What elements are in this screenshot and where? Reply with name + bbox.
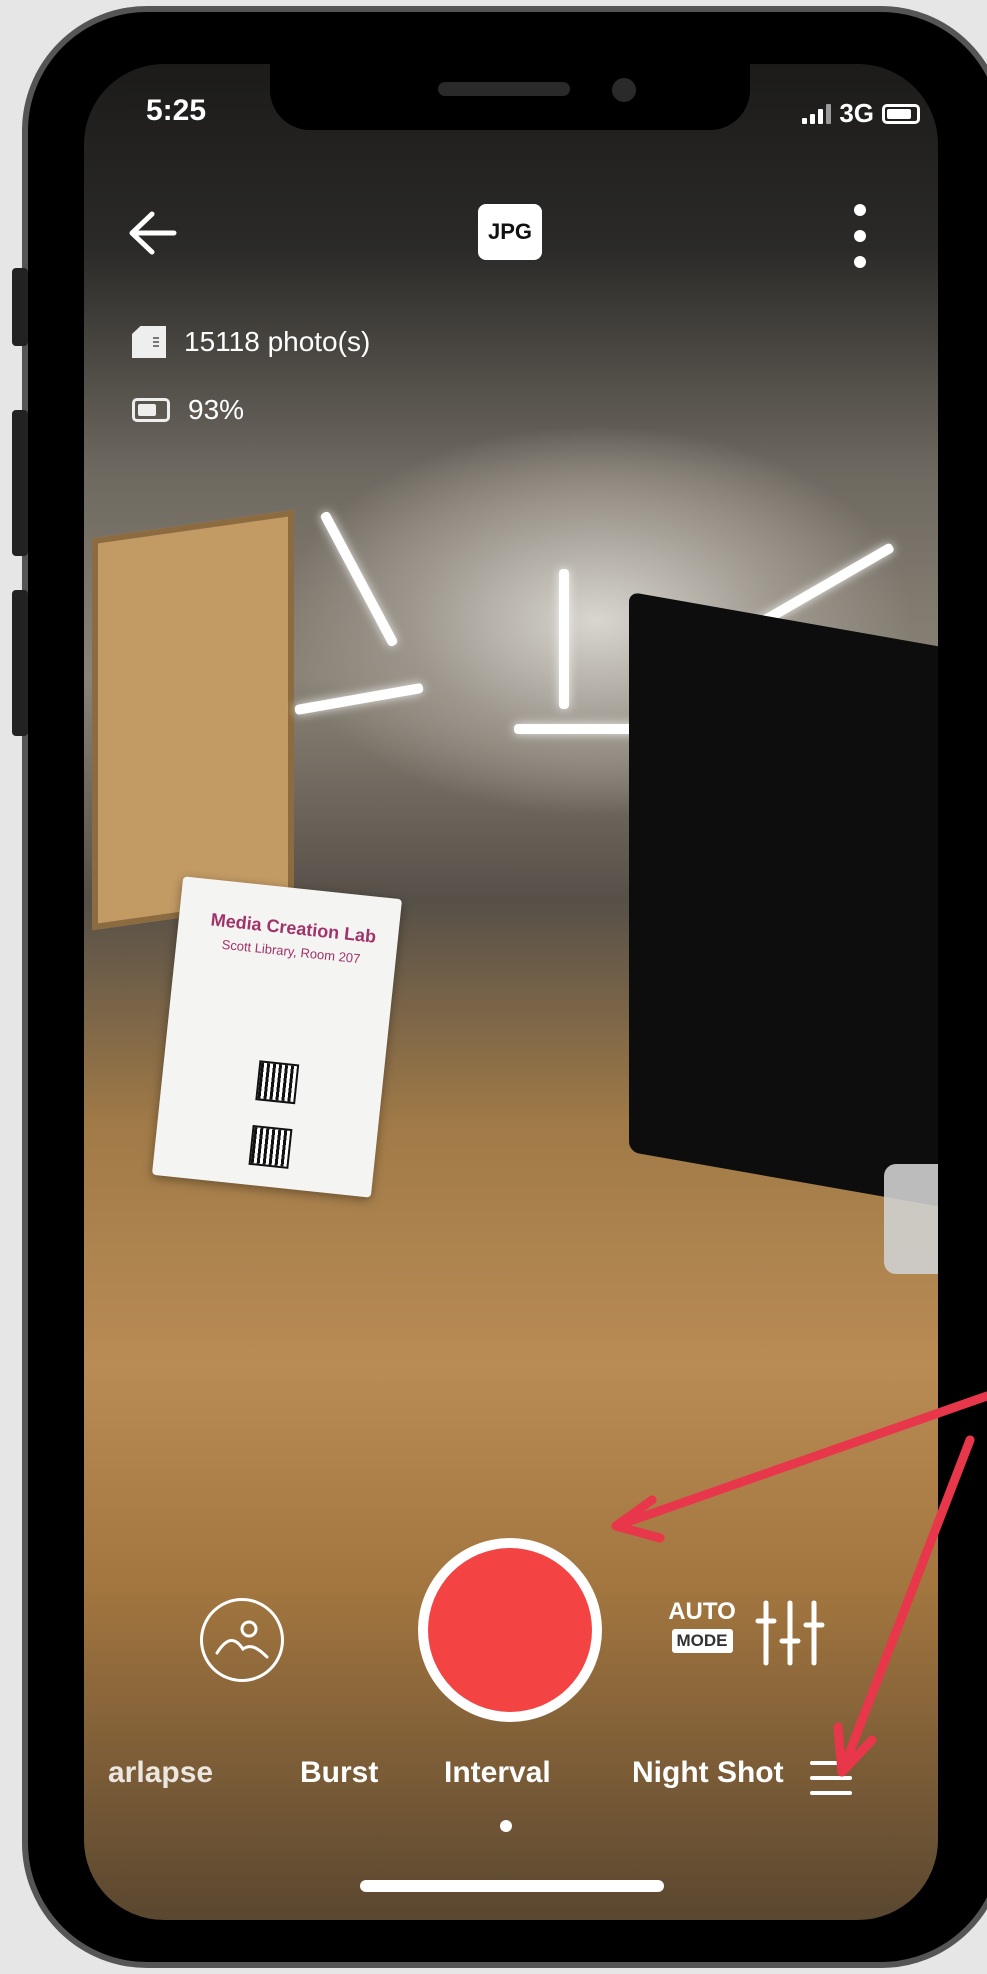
mute-switch bbox=[12, 268, 28, 346]
more-options-icon[interactable] bbox=[850, 204, 870, 268]
format-badge[interactable]: JPG bbox=[478, 204, 542, 260]
photos-remaining: 15118 photo(s) bbox=[184, 326, 371, 357]
front-camera bbox=[612, 78, 636, 102]
network-type: 3G bbox=[839, 98, 874, 128]
tab-interval[interactable]: Interval bbox=[444, 1756, 551, 1790]
signal-icon bbox=[802, 103, 832, 124]
camera-preview: Media Creation Lab Scott Library, Room 2… bbox=[84, 64, 938, 1920]
back-arrow-icon[interactable] bbox=[124, 208, 184, 258]
ceiling-light bbox=[559, 569, 569, 709]
tab-burst[interactable]: Burst bbox=[300, 1756, 378, 1790]
volume-down-button bbox=[12, 590, 28, 736]
sliders-icon[interactable] bbox=[754, 1597, 826, 1669]
gallery-button[interactable] bbox=[200, 1598, 284, 1682]
active-tab-indicator bbox=[500, 1820, 512, 1832]
home-indicator[interactable] bbox=[360, 1880, 664, 1892]
volume-up-button bbox=[12, 410, 28, 556]
auto-mode-button[interactable]: AUTO MODE bbox=[662, 1599, 742, 1653]
bulletin-board bbox=[92, 509, 294, 931]
shutter-inner bbox=[428, 1548, 592, 1712]
gallery-icon bbox=[215, 1620, 269, 1659]
tab-timelapse[interactable]: arlapse bbox=[108, 1756, 213, 1790]
lab-sign: Media Creation Lab Scott Library, Room 2… bbox=[151, 876, 403, 1198]
status-indicators: 3G bbox=[802, 98, 920, 129]
mode-label: MODE bbox=[671, 1629, 733, 1653]
storage-info: 15118 photo(s) bbox=[132, 326, 370, 358]
hamburger-menu-icon[interactable] bbox=[810, 1761, 852, 1795]
notch bbox=[270, 64, 750, 130]
ceiling-light bbox=[294, 682, 424, 716]
status-time: 5:25 bbox=[146, 94, 207, 127]
battery-icon bbox=[882, 103, 920, 124]
battery-info: 93% bbox=[132, 394, 244, 426]
ceiling-light bbox=[319, 510, 399, 648]
qr-code bbox=[248, 1124, 293, 1169]
shutter-button[interactable] bbox=[418, 1538, 602, 1722]
camera-battery-icon bbox=[132, 398, 170, 422]
sd-card-icon bbox=[132, 326, 166, 358]
auto-label: AUTO bbox=[668, 1598, 736, 1625]
computer-monitor bbox=[629, 591, 938, 1209]
battery-level: 93% bbox=[188, 394, 245, 425]
qr-code bbox=[255, 1060, 300, 1105]
earpiece-speaker bbox=[438, 82, 570, 96]
monitor-stand bbox=[884, 1164, 938, 1274]
tab-night-shot[interactable]: Night Shot bbox=[632, 1756, 784, 1790]
